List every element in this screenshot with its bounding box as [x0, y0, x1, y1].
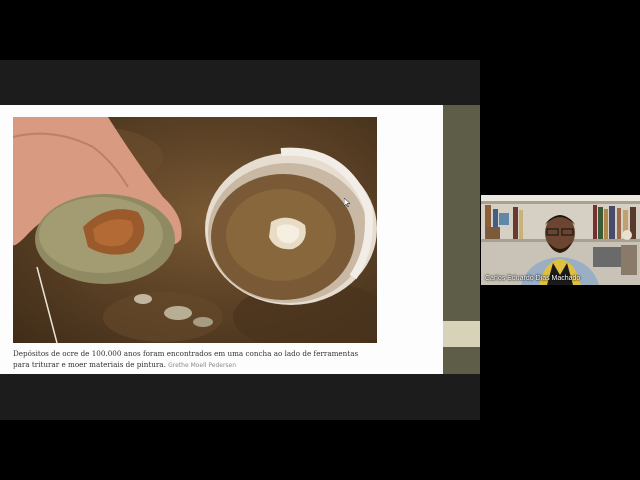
- participant-video-tile[interactable]: Carlos Eduardo Dias Machado: [481, 195, 640, 285]
- slide-bottom-band: [0, 374, 480, 420]
- shared-screen: Depósitos de ocre de 100.000 anos foram …: [0, 60, 480, 420]
- slide-side-strip-accent: [443, 321, 480, 347]
- photo-credit: Grethe Moell Pedersen: [168, 362, 237, 369]
- archaeology-photo: [13, 117, 377, 343]
- participant-name: Carlos Eduardo Dias Machado: [485, 275, 581, 282]
- photo-drawing: [13, 117, 377, 343]
- participant-video: [481, 195, 640, 285]
- slide-top-band: [0, 60, 480, 105]
- photo-caption: Depósitos de ocre de 100.000 anos foram …: [13, 348, 373, 371]
- slide-page: Depósitos de ocre de 100.000 anos foram …: [0, 105, 443, 374]
- mouse-cursor-icon: [344, 198, 350, 207]
